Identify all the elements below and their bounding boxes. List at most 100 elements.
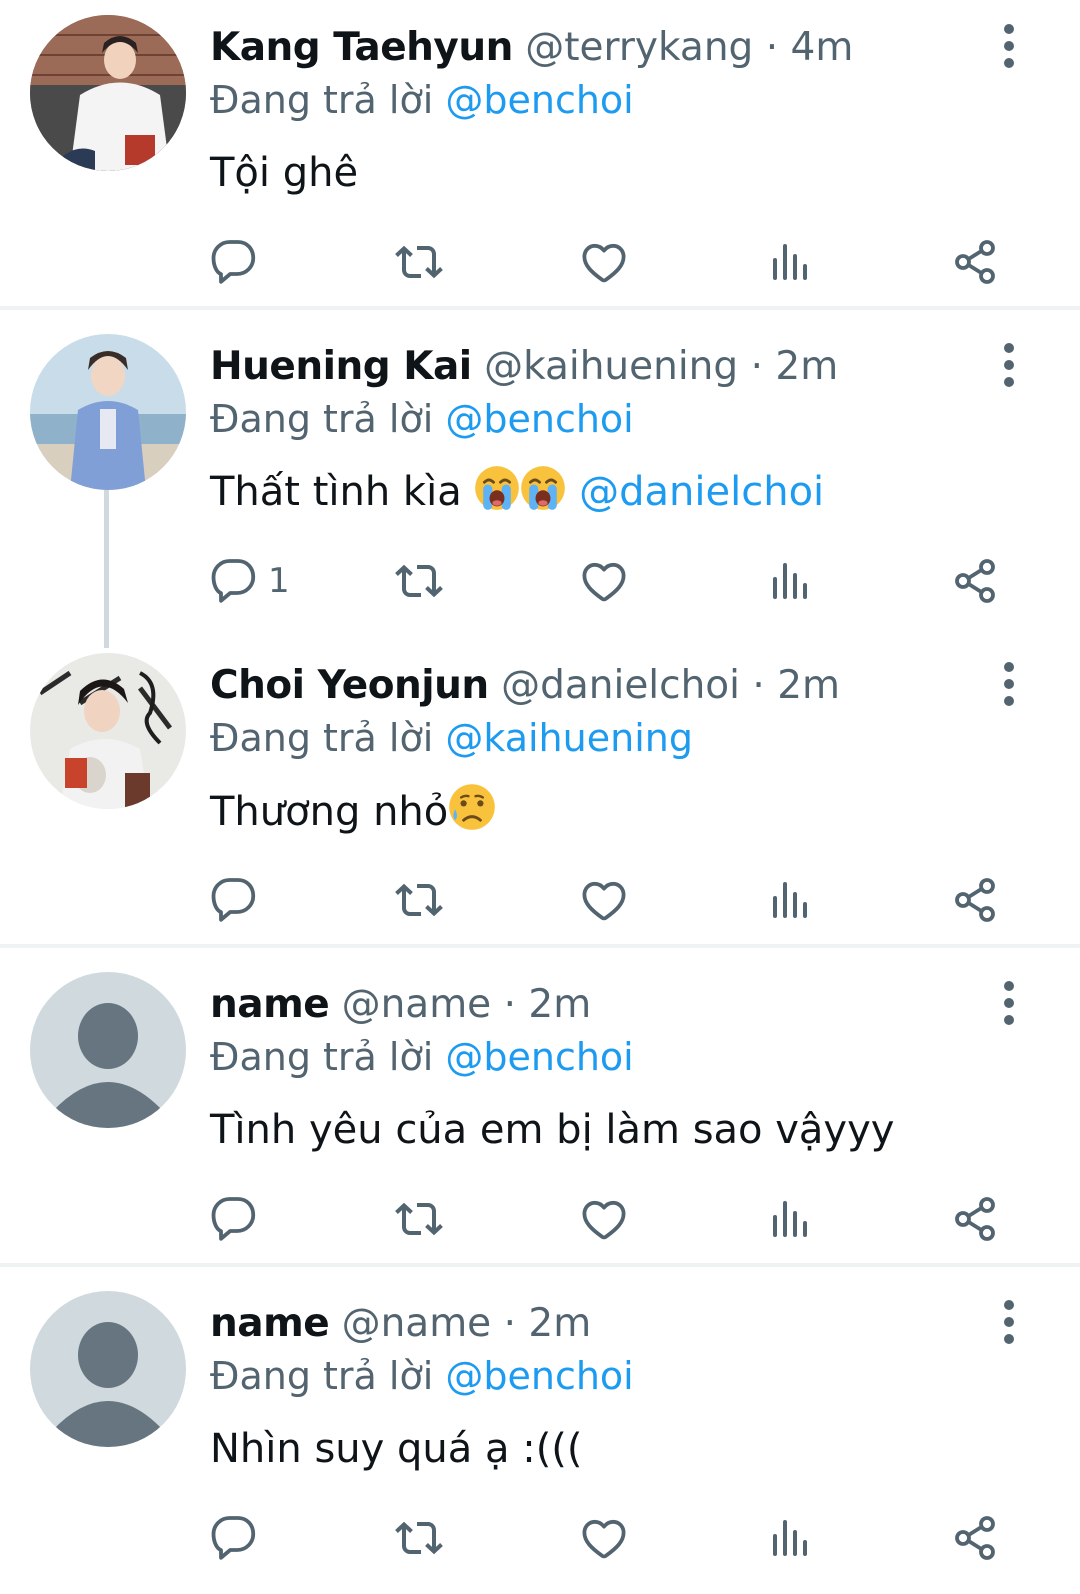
tweet-text-content: Tình yêu của em bị làm sao vậyyy bbox=[210, 1107, 895, 1153]
replying-to-label: Đang trả lời bbox=[210, 1035, 434, 1079]
like-icon bbox=[580, 876, 628, 924]
avatar[interactable] bbox=[30, 653, 186, 809]
retweet-button[interactable] bbox=[393, 1513, 445, 1563]
tweet-header: Huening Kai @kaihuening · 2m bbox=[210, 341, 838, 393]
like-icon bbox=[580, 238, 628, 286]
share-button[interactable] bbox=[951, 556, 999, 606]
thread-connector bbox=[104, 490, 109, 648]
avatar-photo-huening-kai bbox=[30, 334, 186, 490]
tweet-text: Thất tình kìa @danielchoi bbox=[210, 464, 824, 520]
replying-to-label: Đang trả lời bbox=[210, 78, 434, 122]
avatar[interactable] bbox=[30, 334, 186, 490]
tweet-4[interactable]: name @name · 2m Đang trả lời @benchoi Tì… bbox=[0, 957, 1080, 1275]
share-button[interactable] bbox=[951, 1194, 999, 1244]
reply-button[interactable] bbox=[210, 875, 258, 925]
views-icon bbox=[766, 876, 814, 924]
views-button[interactable] bbox=[766, 556, 814, 606]
retweet-button[interactable] bbox=[393, 237, 445, 287]
views-button[interactable] bbox=[766, 1194, 814, 1244]
avatar[interactable] bbox=[30, 972, 186, 1128]
display-name[interactable]: name bbox=[210, 1301, 330, 1346]
retweet-button[interactable] bbox=[393, 1194, 445, 1244]
views-button[interactable] bbox=[766, 1513, 814, 1563]
divider bbox=[0, 944, 1080, 948]
retweet-icon bbox=[393, 238, 445, 286]
share-icon bbox=[951, 557, 999, 605]
timestamp[interactable]: 4m bbox=[791, 25, 854, 70]
display-name[interactable]: Choi Yeonjun bbox=[210, 663, 489, 708]
like-button[interactable] bbox=[580, 556, 628, 606]
tweet-text: Thương nhỏ bbox=[210, 783, 496, 840]
reply-button[interactable] bbox=[210, 1194, 258, 1244]
replying-to: Đang trả lời @benchoi bbox=[210, 393, 634, 445]
retweet-icon bbox=[393, 876, 445, 924]
reply-icon bbox=[210, 1195, 258, 1243]
tweet-5[interactable]: name @name · 2m Đang trả lời @benchoi Nh… bbox=[0, 1276, 1080, 1594]
replying-to: Đang trả lời @benchoi bbox=[210, 74, 634, 126]
more-options-icon[interactable] bbox=[992, 660, 1026, 708]
replying-to: Đang trả lời @benchoi bbox=[210, 1350, 634, 1402]
more-options-icon[interactable] bbox=[992, 1298, 1026, 1346]
default-avatar-icon bbox=[30, 1291, 186, 1447]
like-button[interactable] bbox=[580, 237, 628, 287]
separator-dot: · bbox=[750, 344, 763, 389]
retweet-button[interactable] bbox=[393, 875, 445, 925]
user-handle[interactable]: @name bbox=[342, 1301, 492, 1346]
timestamp[interactable]: 2m bbox=[528, 1301, 591, 1346]
separator-dot: · bbox=[503, 982, 516, 1027]
replying-to-mention[interactable]: @benchoi bbox=[445, 397, 633, 441]
like-icon bbox=[580, 557, 628, 605]
timestamp[interactable]: 2m bbox=[528, 982, 591, 1027]
action-bar bbox=[0, 237, 1080, 287]
user-handle[interactable]: @danielchoi bbox=[501, 663, 740, 708]
tweet-3[interactable]: Choi Yeonjun @danielchoi · 2m Đang trả l… bbox=[0, 638, 1080, 956]
avatar[interactable] bbox=[30, 1291, 186, 1447]
user-handle[interactable]: @name bbox=[342, 982, 492, 1027]
avatar[interactable] bbox=[30, 15, 186, 171]
reply-icon bbox=[210, 1514, 258, 1562]
tweet-text-content: Nhìn suy quá ạ :((( bbox=[210, 1426, 583, 1472]
like-button[interactable] bbox=[580, 875, 628, 925]
share-button[interactable] bbox=[951, 237, 999, 287]
loudly-crying-face-emoji bbox=[474, 465, 520, 511]
share-button[interactable] bbox=[951, 1513, 999, 1563]
replying-to-mention[interactable]: @benchoi bbox=[445, 1354, 633, 1398]
tweet-2[interactable]: Huening Kai @kaihuening · 2m Đang trả lờ… bbox=[0, 319, 1080, 637]
loudly-crying-face-emoji bbox=[520, 465, 566, 511]
display-name[interactable]: Huening Kai bbox=[210, 344, 472, 389]
avatar-photo-choi-yeonjun bbox=[30, 653, 186, 809]
reply-icon bbox=[210, 557, 258, 605]
tweet-text: Nhìn suy quá ạ :((( bbox=[210, 1421, 583, 1477]
views-button[interactable] bbox=[766, 237, 814, 287]
like-button[interactable] bbox=[580, 1513, 628, 1563]
timestamp[interactable]: 2m bbox=[777, 663, 840, 708]
share-icon bbox=[951, 876, 999, 924]
tweet-1[interactable]: Kang Taehyun @terrykang · 4m Đang trả lờ… bbox=[0, 0, 1080, 318]
reply-button[interactable]: 1 bbox=[210, 556, 290, 606]
tweet-header: name @name · 2m bbox=[210, 1298, 591, 1350]
user-handle[interactable]: @kaihuening bbox=[484, 344, 738, 389]
display-name[interactable]: Kang Taehyun bbox=[210, 25, 513, 70]
tweet-text: Tội ghê bbox=[210, 145, 358, 201]
replying-to-mention[interactable]: @benchoi bbox=[445, 1035, 633, 1079]
like-button[interactable] bbox=[580, 1194, 628, 1244]
timestamp[interactable]: 2m bbox=[775, 344, 838, 389]
more-options-icon[interactable] bbox=[992, 22, 1026, 70]
display-name[interactable]: name bbox=[210, 982, 330, 1027]
more-options-icon[interactable] bbox=[992, 979, 1026, 1027]
views-button[interactable] bbox=[766, 875, 814, 925]
replying-to-mention[interactable]: @benchoi bbox=[445, 78, 633, 122]
user-handle[interactable]: @terrykang bbox=[525, 25, 753, 70]
retweet-icon bbox=[393, 1514, 445, 1562]
replying-to: Đang trả lời @kaihuening bbox=[210, 712, 693, 764]
share-button[interactable] bbox=[951, 875, 999, 925]
separator-dot: · bbox=[752, 663, 765, 708]
more-options-icon[interactable] bbox=[992, 341, 1026, 389]
replying-to-mention[interactable]: @kaihuening bbox=[445, 716, 693, 760]
reply-icon bbox=[210, 876, 258, 924]
like-icon bbox=[580, 1195, 628, 1243]
tweet-mention[interactable]: @danielchoi bbox=[579, 469, 824, 515]
retweet-button[interactable] bbox=[393, 556, 445, 606]
reply-button[interactable] bbox=[210, 1513, 258, 1563]
reply-button[interactable] bbox=[210, 237, 258, 287]
